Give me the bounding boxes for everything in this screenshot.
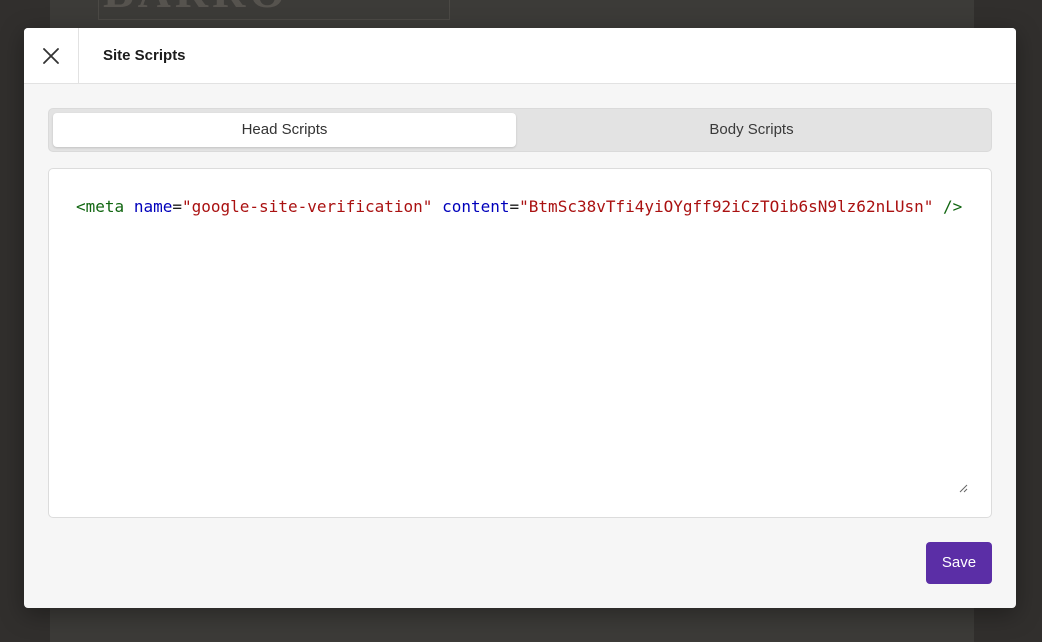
tab-head-scripts[interactable]: Head Scripts xyxy=(53,113,516,147)
code-attr-content-value: "BtmSc38vTfi4yiOYgff92iCzTOib6sN9lz62nLU… xyxy=(519,197,934,216)
script-editor[interactable]: <meta name="google-site-verification" co… xyxy=(48,168,992,518)
tab-body-scripts[interactable]: Body Scripts xyxy=(519,113,984,147)
script-tabs: Head Scripts Body Scripts xyxy=(48,108,992,152)
close-icon xyxy=(43,47,59,64)
close-button[interactable] xyxy=(24,28,79,83)
code-equals: = xyxy=(509,197,520,216)
code-tag-open: <meta xyxy=(76,197,125,216)
site-scripts-modal: Site Scripts Head Scripts Body Scripts <… xyxy=(24,28,1016,608)
save-button[interactable]: Save xyxy=(926,542,992,584)
resize-handle-icon[interactable] xyxy=(958,483,968,493)
modal-title: Site Scripts xyxy=(103,47,186,64)
code-attr-value: "google-site-verification" xyxy=(181,197,433,216)
code-equals: = xyxy=(172,197,182,216)
code-line[interactable]: <meta name="google-site-verification" co… xyxy=(76,197,962,216)
modal-header: Site Scripts xyxy=(24,28,1016,84)
code-attr-name: name xyxy=(133,197,173,216)
code-attr-content: content xyxy=(442,197,510,216)
code-tag-close: /> xyxy=(943,197,963,216)
